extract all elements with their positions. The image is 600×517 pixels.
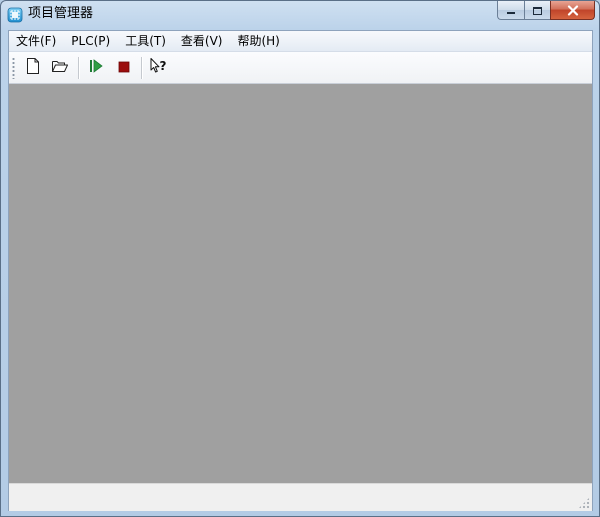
menu-help[interactable]: 帮助(H) xyxy=(230,32,287,50)
application-window: 项目管理器 文件(F) PLC(P) 工具(T) 查看(V) 帮助(H) ? xyxy=(0,0,600,517)
svg-text:?: ? xyxy=(160,59,167,73)
toolbar-grip[interactable] xyxy=(12,57,15,79)
resize-grip[interactable] xyxy=(578,497,590,509)
toolbar-separator xyxy=(141,57,143,79)
open-folder-icon xyxy=(51,58,69,78)
caption-buttons xyxy=(497,1,595,21)
status-bar xyxy=(9,483,592,511)
toolbar-separator xyxy=(78,57,80,79)
open-folder-button[interactable] xyxy=(48,56,72,80)
client-area: 文件(F) PLC(P) 工具(T) 查看(V) 帮助(H) ? xyxy=(8,30,593,511)
menu-tools[interactable]: 工具(T) xyxy=(118,32,174,50)
run-icon xyxy=(88,58,104,78)
menu-bar: 文件(F) PLC(P) 工具(T) 查看(V) 帮助(H) xyxy=(9,31,592,52)
new-file-button[interactable] xyxy=(21,56,45,80)
minimize-icon xyxy=(506,1,516,20)
context-help-button[interactable]: ? xyxy=(146,56,170,80)
workspace-area[interactable] xyxy=(9,84,592,483)
context-help-icon: ? xyxy=(148,57,168,79)
project-manager-icon xyxy=(7,7,23,23)
maximize-button[interactable] xyxy=(524,1,550,20)
menu-view[interactable]: 查看(V) xyxy=(174,32,231,50)
run-button[interactable] xyxy=(84,56,108,80)
close-button[interactable] xyxy=(550,1,595,20)
stop-button[interactable] xyxy=(112,56,136,80)
stop-icon xyxy=(117,59,131,78)
minimize-button[interactable] xyxy=(497,1,524,20)
menu-plc[interactable]: PLC(P) xyxy=(64,32,118,50)
title-bar[interactable]: 项目管理器 xyxy=(1,1,599,29)
window-title: 项目管理器 xyxy=(28,6,94,21)
close-icon xyxy=(567,1,579,20)
new-file-icon xyxy=(25,57,41,79)
maximize-icon xyxy=(532,1,543,20)
menu-file[interactable]: 文件(F) xyxy=(9,32,64,50)
toolbar: ? xyxy=(9,52,592,84)
